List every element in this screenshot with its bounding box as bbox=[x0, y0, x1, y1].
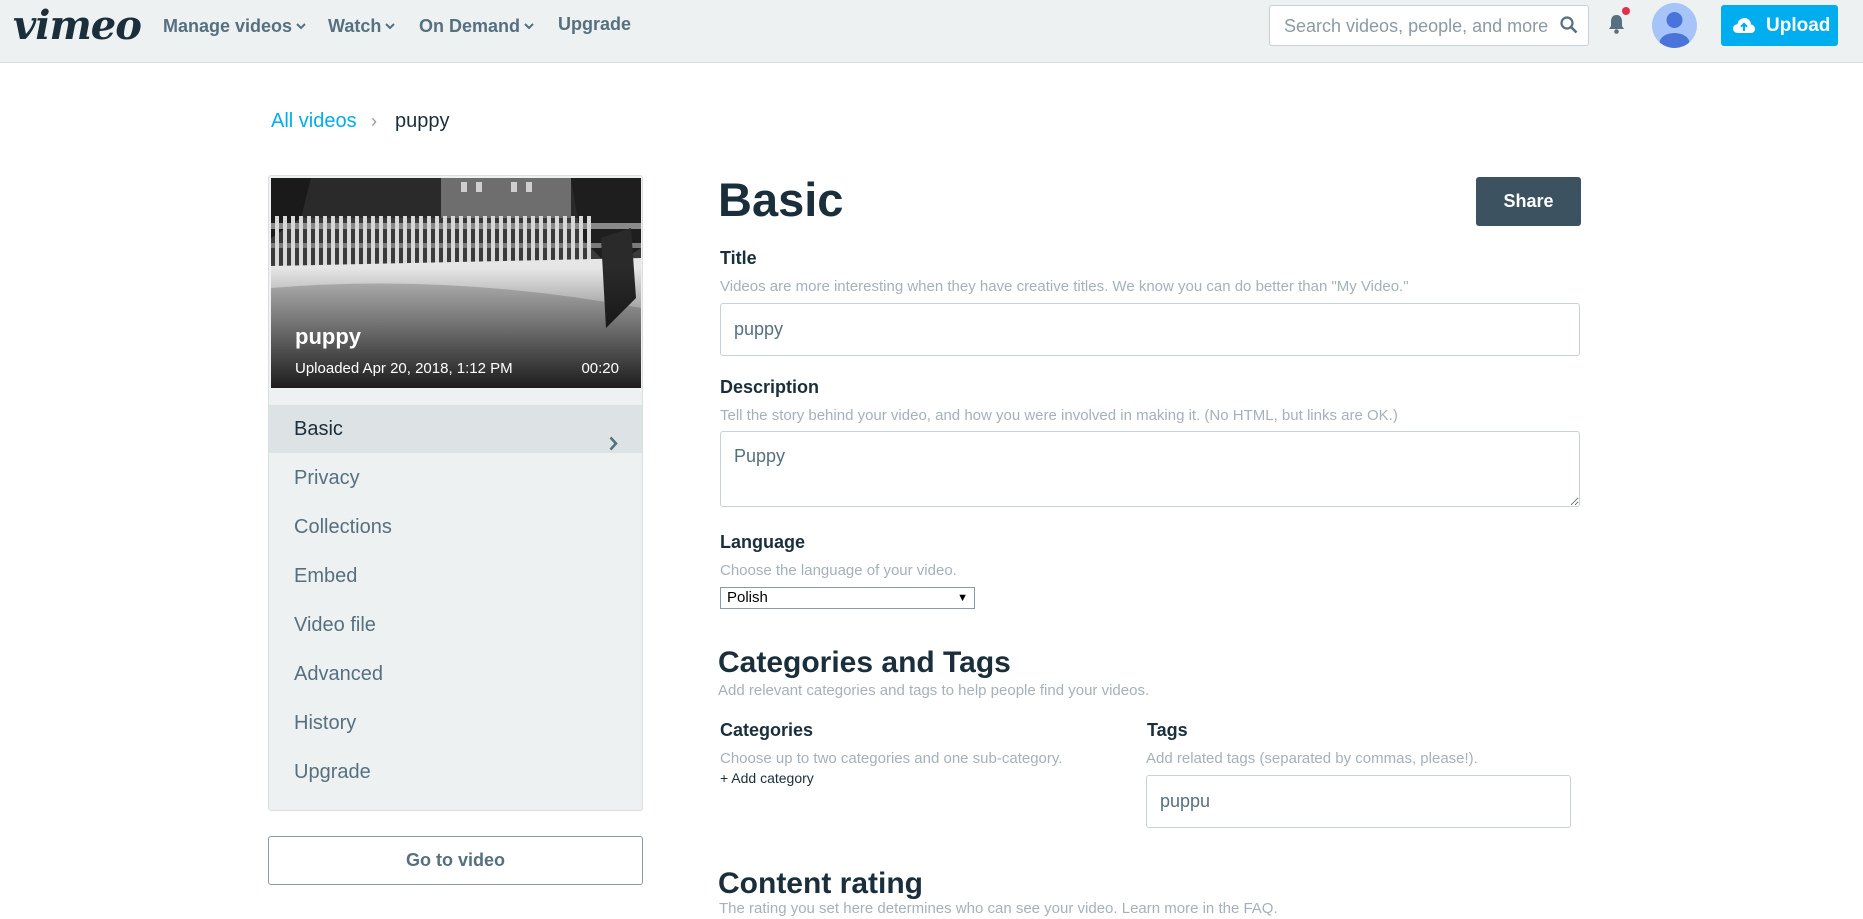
breadcrumb-current: puppy bbox=[395, 110, 450, 132]
tags-label: Tags bbox=[1147, 720, 1188, 740]
language-hint: Choose the language of your video. bbox=[720, 562, 957, 579]
upload-date: Uploaded Apr 20, 2018, 1:12 PM bbox=[295, 360, 513, 377]
breadcrumb-all-videos[interactable]: All videos bbox=[271, 110, 357, 133]
snowy-fence-image bbox=[271, 178, 641, 388]
sidebar-item-label: Video file bbox=[294, 614, 376, 636]
sidebar-item-label: Upgrade bbox=[294, 761, 371, 783]
sidebar-item-label: Privacy bbox=[294, 467, 360, 489]
nav-watch[interactable]: Watch bbox=[328, 14, 396, 37]
content-rating-heading: Content rating bbox=[718, 867, 923, 900]
nav-on-demand-label: On Demand bbox=[419, 16, 521, 36]
notification-dot bbox=[1622, 7, 1630, 15]
user-avatar[interactable] bbox=[1652, 3, 1697, 48]
nav-manage-videos[interactable]: Manage videos bbox=[163, 14, 306, 37]
sidebar-item-basic[interactable]: Basic bbox=[269, 405, 642, 453]
title-hint: Videos are more interesting when they ha… bbox=[720, 278, 1409, 295]
sidebar-item-label: Collections bbox=[294, 516, 392, 538]
cloud-upload-icon bbox=[1733, 18, 1755, 33]
breadcrumb-separator: › bbox=[371, 111, 377, 131]
title-input[interactable] bbox=[720, 303, 1580, 356]
nav-on-demand[interactable]: On Demand bbox=[419, 14, 534, 37]
search-box bbox=[1269, 5, 1589, 47]
video-duration: 00:20 bbox=[581, 360, 619, 377]
sidebar-item-upgrade[interactable]: Upgrade bbox=[269, 748, 642, 796]
search-icon[interactable] bbox=[1560, 16, 1578, 39]
page-title: Basic bbox=[718, 173, 844, 226]
sidebar-item-label: Advanced bbox=[294, 663, 383, 685]
title-label: Title bbox=[720, 248, 757, 268]
video-settings-sidebar: puppy Uploaded Apr 20, 2018, 1:12 PM 00:… bbox=[268, 175, 643, 811]
add-category-link[interactable]: + Add category bbox=[720, 770, 814, 786]
upload-label: Upload bbox=[1766, 15, 1831, 36]
sidebar-item-history[interactable]: History bbox=[269, 699, 642, 747]
sidebar-item-advanced[interactable]: Advanced bbox=[269, 650, 642, 698]
tags-hint: Add related tags (separated by commas, p… bbox=[1146, 750, 1478, 767]
content-rating-hint: The rating you set here determines who c… bbox=[719, 900, 1278, 917]
categories-tags-heading: Categories and Tags bbox=[718, 646, 1011, 679]
dropdown-arrow-icon: ▼ bbox=[957, 592, 968, 604]
chevron-down-icon bbox=[296, 14, 306, 35]
go-to-video-button[interactable]: Go to video bbox=[268, 836, 643, 885]
sidebar-item-label: History bbox=[294, 712, 357, 734]
categories-label: Categories bbox=[720, 720, 814, 740]
sidebar-item-collections[interactable]: Collections bbox=[269, 503, 642, 551]
chevron-down-icon bbox=[524, 14, 534, 35]
categories-hint: Choose up to two categories and one sub-… bbox=[720, 750, 1063, 767]
vimeo-logo[interactable]: vimeo bbox=[13, 2, 142, 49]
nav-manage-videos-label: Manage videos bbox=[163, 16, 293, 36]
nav-watch-label: Watch bbox=[328, 16, 382, 36]
sidebar-item-privacy[interactable]: Privacy bbox=[269, 454, 642, 502]
sidebar-item-label: Basic bbox=[294, 418, 343, 440]
sidebar-item-video-file[interactable]: Video file bbox=[269, 601, 642, 649]
nav-upgrade[interactable]: Upgrade bbox=[558, 14, 631, 35]
description-hint: Tell the story behind your video, and ho… bbox=[720, 407, 1398, 424]
description-label: Description bbox=[720, 377, 820, 397]
tags-input[interactable] bbox=[1146, 775, 1571, 828]
sidebar-item-label: Embed bbox=[294, 565, 358, 587]
video-title: puppy bbox=[295, 324, 361, 349]
top-navigation: vimeo Manage videos Watch On Demand Upgr… bbox=[0, 0, 1863, 63]
categories-tags-hint: Add relevant categories and tags to help… bbox=[718, 682, 1150, 699]
language-select[interactable]: Polish ▼ bbox=[720, 587, 975, 609]
language-value: Polish bbox=[727, 589, 768, 606]
upload-button[interactable]: Upload bbox=[1721, 5, 1838, 46]
notifications-bell-icon[interactable] bbox=[1607, 13, 1626, 40]
video-thumbnail[interactable]: puppy Uploaded Apr 20, 2018, 1:12 PM 00:… bbox=[271, 178, 641, 388]
share-button[interactable]: Share bbox=[1476, 177, 1581, 226]
chevron-down-icon bbox=[385, 14, 396, 35]
language-label: Language bbox=[720, 532, 806, 552]
sidebar-item-embed[interactable]: Embed bbox=[269, 552, 642, 600]
description-textarea[interactable]: Puppy bbox=[720, 431, 1580, 507]
search-input[interactable] bbox=[1282, 6, 1551, 47]
